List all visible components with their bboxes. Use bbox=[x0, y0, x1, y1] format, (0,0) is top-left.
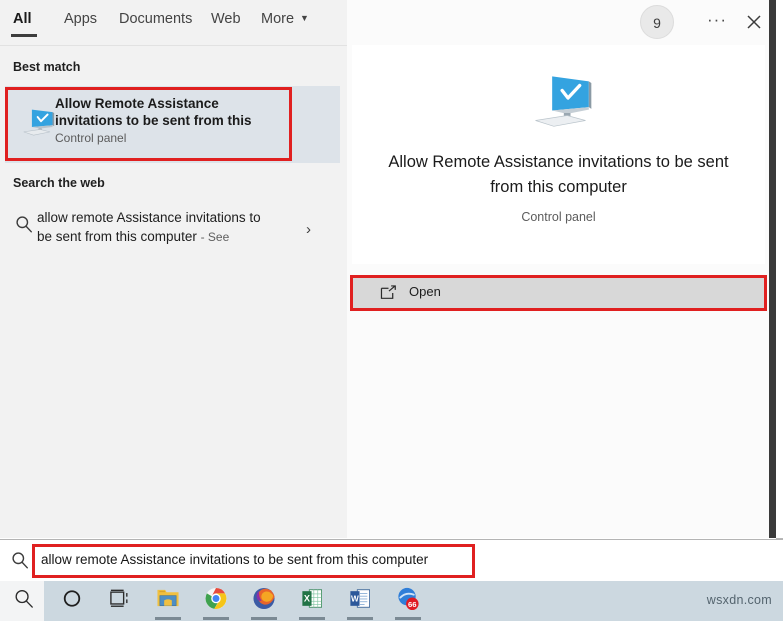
preview-card: Allow Remote Assistance invitations to b… bbox=[352, 45, 765, 264]
best-match-subtitle: Control panel bbox=[55, 131, 127, 145]
chevron-right-icon[interactable]: › bbox=[306, 221, 311, 238]
app-badge-icon: 66 bbox=[396, 586, 421, 616]
taskbar-item-file-explorer[interactable] bbox=[144, 581, 192, 621]
preview-title: Allow Remote Assistance invitations to b… bbox=[388, 153, 729, 196]
close-icon[interactable] bbox=[740, 8, 768, 36]
chevron-down-icon: ▼ bbox=[300, 13, 309, 23]
taskbar-item-task-view[interactable] bbox=[96, 581, 144, 621]
search-icon bbox=[15, 215, 33, 233]
search-input-highlight-box bbox=[32, 544, 475, 578]
excel-icon: X bbox=[301, 588, 323, 615]
avatar[interactable]: 9 bbox=[640, 5, 674, 39]
taskbar-item-excel[interactable]: X bbox=[288, 581, 336, 621]
search-results-panel: All Apps Documents Web More ▼ Best match bbox=[0, 0, 347, 538]
taskbar: X W 66 wsxdn.com bbox=[0, 581, 783, 621]
search-icon bbox=[11, 551, 29, 569]
task-view-icon bbox=[109, 589, 131, 614]
best-match-result-row[interactable]: Allow Remote Assistance invitations to b… bbox=[5, 86, 340, 163]
windows-search-flyout: All Apps Documents Web More ▼ Best match bbox=[0, 0, 776, 538]
web-search-query: allow remote Assistance invitations to b… bbox=[37, 208, 279, 247]
cortana-circle-icon bbox=[62, 589, 82, 614]
svg-text:W: W bbox=[351, 595, 359, 604]
tab-documents-label: Documents bbox=[119, 11, 193, 27]
tab-all[interactable]: All bbox=[13, 11, 32, 27]
watermark: wsxdn.com bbox=[706, 593, 772, 607]
svg-text:66: 66 bbox=[408, 600, 417, 609]
search-icon bbox=[14, 588, 35, 614]
search-flyout-screen: All Apps Documents Web More ▼ Best match bbox=[0, 0, 783, 621]
taskbar-running-indicator bbox=[251, 617, 277, 620]
firefox-icon bbox=[253, 587, 276, 615]
taskbar-running-indicator bbox=[203, 617, 229, 620]
remote-assistance-monitor-icon bbox=[22, 108, 55, 136]
tab-all-active-indicator bbox=[11, 34, 37, 37]
search-the-web-header: Search the web bbox=[13, 176, 105, 190]
taskbar-item-firefox[interactable] bbox=[240, 581, 288, 621]
tab-web-label: Web bbox=[211, 11, 241, 27]
open-action-button[interactable]: Open bbox=[352, 276, 765, 310]
preview-subtitle: Control panel bbox=[521, 210, 596, 224]
tab-apps-label: Apps bbox=[64, 11, 98, 27]
preview-panel: Allow Remote Assistance invitations to b… bbox=[347, 0, 769, 538]
search-input[interactable] bbox=[41, 552, 466, 567]
open-action-label: Open bbox=[409, 284, 441, 299]
word-icon: W bbox=[349, 588, 371, 615]
flyout-header-controls: 9 ··· bbox=[620, 0, 776, 46]
taskbar-running-indicator bbox=[395, 617, 421, 620]
web-search-see-suffix: - See bbox=[200, 230, 230, 244]
tab-more-label: More bbox=[261, 11, 295, 27]
open-external-icon bbox=[380, 285, 397, 300]
taskbar-running-indicator bbox=[347, 617, 373, 620]
web-search-result-row[interactable]: allow remote Assistance invitations to b… bbox=[5, 202, 340, 258]
folder-icon bbox=[156, 587, 181, 615]
tabbar-divider bbox=[0, 45, 347, 46]
svg-text:X: X bbox=[304, 594, 311, 604]
taskbar-item-search[interactable] bbox=[0, 581, 48, 621]
best-match-title: Allow Remote Assistance invitations to b… bbox=[55, 96, 252, 128]
remote-assistance-monitor-icon bbox=[532, 73, 594, 128]
more-options-icon[interactable]: ··· bbox=[704, 9, 730, 35]
chrome-icon bbox=[205, 587, 228, 615]
taskbar-item-cortana[interactable] bbox=[48, 581, 96, 621]
tab-all-label: All bbox=[13, 11, 32, 27]
search-filter-tabs: All Apps Documents Web More ▼ bbox=[0, 0, 347, 46]
search-bar bbox=[0, 539, 783, 581]
tab-documents[interactable]: Documents bbox=[119, 11, 192, 27]
taskbar-running-indicator bbox=[155, 617, 181, 620]
taskbar-item-chrome[interactable] bbox=[192, 581, 240, 621]
best-match-header: Best match bbox=[13, 60, 81, 74]
taskbar-item-word[interactable]: W bbox=[336, 581, 384, 621]
window-right-edge bbox=[769, 0, 776, 538]
tab-apps[interactable]: Apps bbox=[64, 11, 97, 27]
taskbar-item-notification-app[interactable]: 66 bbox=[384, 581, 432, 621]
taskbar-running-indicator bbox=[299, 617, 325, 620]
tab-more[interactable]: More ▼ bbox=[261, 11, 309, 27]
tab-web[interactable]: Web bbox=[211, 11, 241, 27]
